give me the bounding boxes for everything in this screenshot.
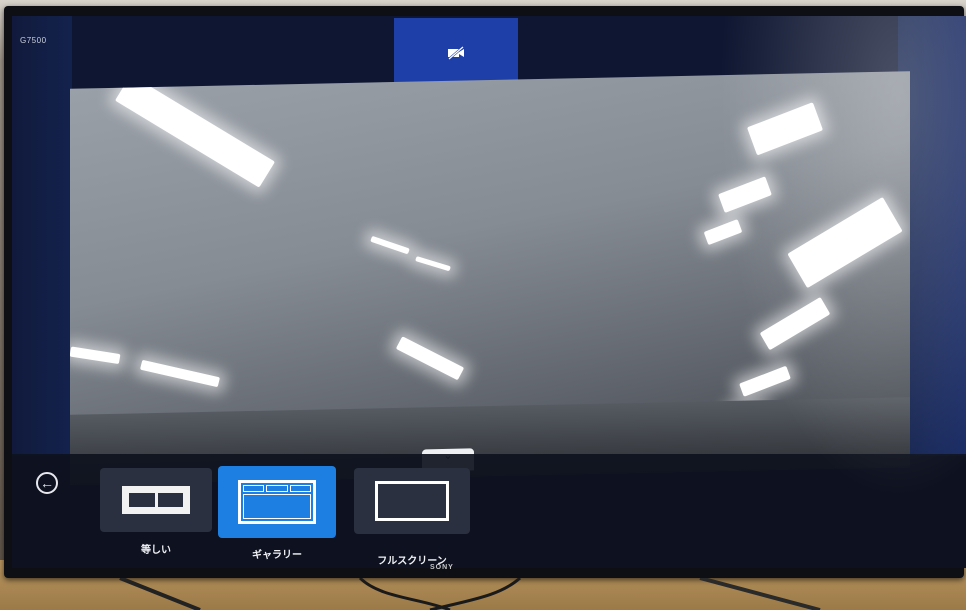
back-arrow-icon: ←	[40, 475, 54, 491]
tv-brand-logo: SONY	[430, 564, 454, 571]
layout-label-gallery: ギャラリー	[252, 550, 302, 561]
ceiling-light	[114, 74, 276, 188]
fullscreen-layout-icon	[375, 481, 449, 521]
layout-label-fullscreen: フルスクリーン	[377, 556, 447, 567]
layout-option-fullscreen[interactable]	[354, 468, 470, 534]
camera-off-icon	[448, 46, 464, 60]
equal-split-icon	[122, 486, 190, 514]
device-label: G7500	[20, 36, 47, 45]
ceiling-light	[746, 102, 824, 156]
layout-label-equal: 等しい	[141, 545, 171, 556]
tv-screen: G7500 ⌄	[12, 16, 966, 568]
ceiling-light	[370, 235, 410, 255]
ceiling-light	[787, 196, 903, 289]
layout-selector-panel: ← 等しい ギャラリー フルスクリーン	[12, 454, 966, 568]
tv-bezel: G7500 ⌄	[4, 6, 966, 578]
ceiling-light	[415, 256, 451, 272]
gallery-layout-icon	[238, 480, 316, 524]
camera-off-tile	[394, 18, 518, 88]
ceiling-light	[759, 296, 831, 351]
back-button[interactable]: ←	[36, 472, 58, 494]
ceiling-light	[395, 336, 465, 381]
ceiling-light	[739, 365, 791, 397]
ceiling-light	[139, 359, 221, 388]
ceiling-light	[70, 346, 121, 365]
camera-feed: ⌄	[70, 71, 910, 485]
layout-option-gallery[interactable]	[218, 466, 336, 538]
screen-side-left	[12, 16, 72, 456]
ceiling-light	[718, 176, 772, 214]
cables-and-stand	[119, 578, 821, 610]
ceiling-light	[703, 219, 743, 246]
layout-option-equal[interactable]	[100, 468, 212, 532]
